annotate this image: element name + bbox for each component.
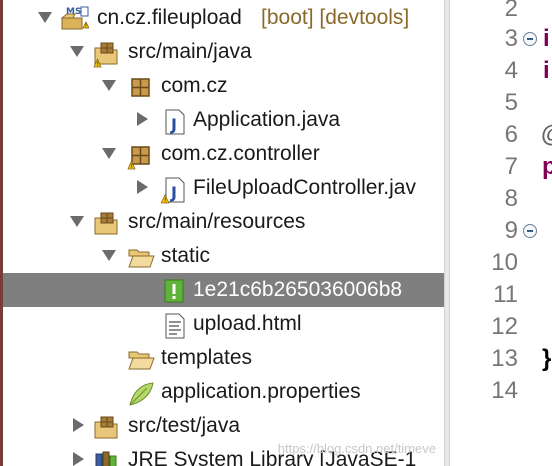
folder-open-icon <box>127 244 155 270</box>
collapse-arrow-icon[interactable] <box>137 112 148 126</box>
tree-item-src-main-resources[interactable]: src/main/resources <box>3 205 444 239</box>
line-number: 4 <box>504 57 518 84</box>
line-number: 12 <box>491 313 518 340</box>
tree-item-fileuploadcontroller[interactable]: J ! FileUploadController.jav <box>3 171 444 205</box>
tree-item-label: src/test/java <box>128 414 241 437</box>
code-fragment: @ <box>541 119 552 151</box>
tree-item-application-properties[interactable]: application.properties <box>3 375 444 409</box>
svg-text:J: J <box>170 183 177 202</box>
tree-item-label: src/main/resources <box>128 210 306 233</box>
code-fragment: p <box>542 153 552 180</box>
project-decorations: [boot] [devtools] <box>261 6 410 29</box>
java-file-warning-icon: J ! <box>160 176 187 204</box>
code-editor-gutter[interactable]: 2 3 4 5 6 7 8 9 10 11 12 13 14 i i @ p } <box>450 0 552 466</box>
folder-icon <box>127 346 155 372</box>
tree-item-com-cz-controller[interactable]: ! com.cz.controller <box>3 137 444 171</box>
source-folder-icon <box>93 414 119 440</box>
expand-arrow-icon[interactable] <box>102 250 116 261</box>
maven-project-icon: M S ! <box>60 4 90 30</box>
package-explorer-tree[interactable]: M S ! cn.cz.fileupload [boot] [devtools]… <box>3 0 444 466</box>
source-folder-warning-icon: ! <box>93 40 119 68</box>
line-number: 5 <box>504 89 518 116</box>
line-number: 11 <box>493 281 518 308</box>
expand-arrow-icon[interactable] <box>38 12 52 23</box>
tree-item-templates[interactable]: templates <box>3 341 444 375</box>
tree-item-label: FileUploadController.jav <box>193 176 416 199</box>
fold-toggle-icon[interactable] <box>523 32 537 46</box>
line-number: 2 <box>504 0 518 22</box>
collapse-arrow-icon[interactable] <box>73 452 84 466</box>
line-number: 3 <box>504 25 518 52</box>
expand-arrow-icon[interactable] <box>102 148 116 159</box>
tree-item-label: Application.java <box>193 108 341 131</box>
line-number: 13 <box>491 345 518 372</box>
package-warning-icon: ! <box>127 142 153 170</box>
tree-item-upload-html[interactable]: upload.html <box>3 307 444 341</box>
expand-arrow-icon[interactable] <box>102 80 116 91</box>
tree-item-label: 1e21c6b265036006b8 <box>193 278 403 301</box>
tree-item-static[interactable]: static <box>3 239 444 273</box>
expand-arrow-icon[interactable] <box>70 46 84 57</box>
svg-text:!: ! <box>85 24 87 30</box>
properties-file-icon <box>127 380 154 406</box>
watermark-text: https://blog.csdn.net/timeve <box>277 441 436 456</box>
tree-item-label: application.properties <box>161 380 361 403</box>
svg-text:J: J <box>170 115 177 134</box>
tree-item-image-file[interactable]: 1e21c6b265036006b8 <box>3 273 444 307</box>
tree-item-label: com.cz <box>161 74 228 97</box>
library-icon <box>93 448 119 466</box>
tree-item-com-cz[interactable]: com.cz <box>3 69 444 103</box>
line-number: 7 <box>504 153 518 180</box>
svg-text:!: ! <box>97 61 99 68</box>
collapse-arrow-icon[interactable] <box>73 418 84 432</box>
line-number: 8 <box>504 185 518 212</box>
line-number: 10 <box>491 249 518 276</box>
svg-text:!: ! <box>131 163 133 170</box>
code-fragment: } <box>542 345 552 372</box>
java-file-icon: J <box>161 108 187 135</box>
image-file-icon <box>161 278 187 304</box>
line-number: 14 <box>491 377 518 404</box>
tree-item-project[interactable]: M S ! cn.cz.fileupload [boot] [devtools] <box>3 1 444 35</box>
tree-item-label: upload.html <box>193 312 302 335</box>
tree-item-label: static <box>161 244 211 267</box>
code-fragment: i <box>543 57 550 84</box>
tree-item-src-main-java[interactable]: ! src/main/java <box>3 35 444 69</box>
project-name: cn.cz.fileupload <box>97 6 242 29</box>
line-number: 6 <box>504 121 518 148</box>
tree-item-label: com.cz.controller <box>161 142 320 165</box>
source-folder-icon <box>93 210 119 236</box>
expand-arrow-icon[interactable] <box>70 216 84 227</box>
collapse-arrow-icon[interactable] <box>137 180 148 194</box>
svg-text:M: M <box>66 7 75 17</box>
tree-item-src-test-java[interactable]: src/test/java <box>3 409 444 443</box>
tree-item-label: src/main/java <box>128 40 252 63</box>
line-number: 9 <box>504 217 518 244</box>
code-fragment: i <box>543 25 550 52</box>
svg-text:!: ! <box>164 197 166 204</box>
tree-item-label: templates <box>161 346 253 369</box>
fold-toggle-icon[interactable] <box>523 224 537 238</box>
package-icon <box>127 74 153 100</box>
html-file-icon <box>161 312 187 339</box>
tree-item-application-java[interactable]: J Application.java <box>3 103 444 137</box>
